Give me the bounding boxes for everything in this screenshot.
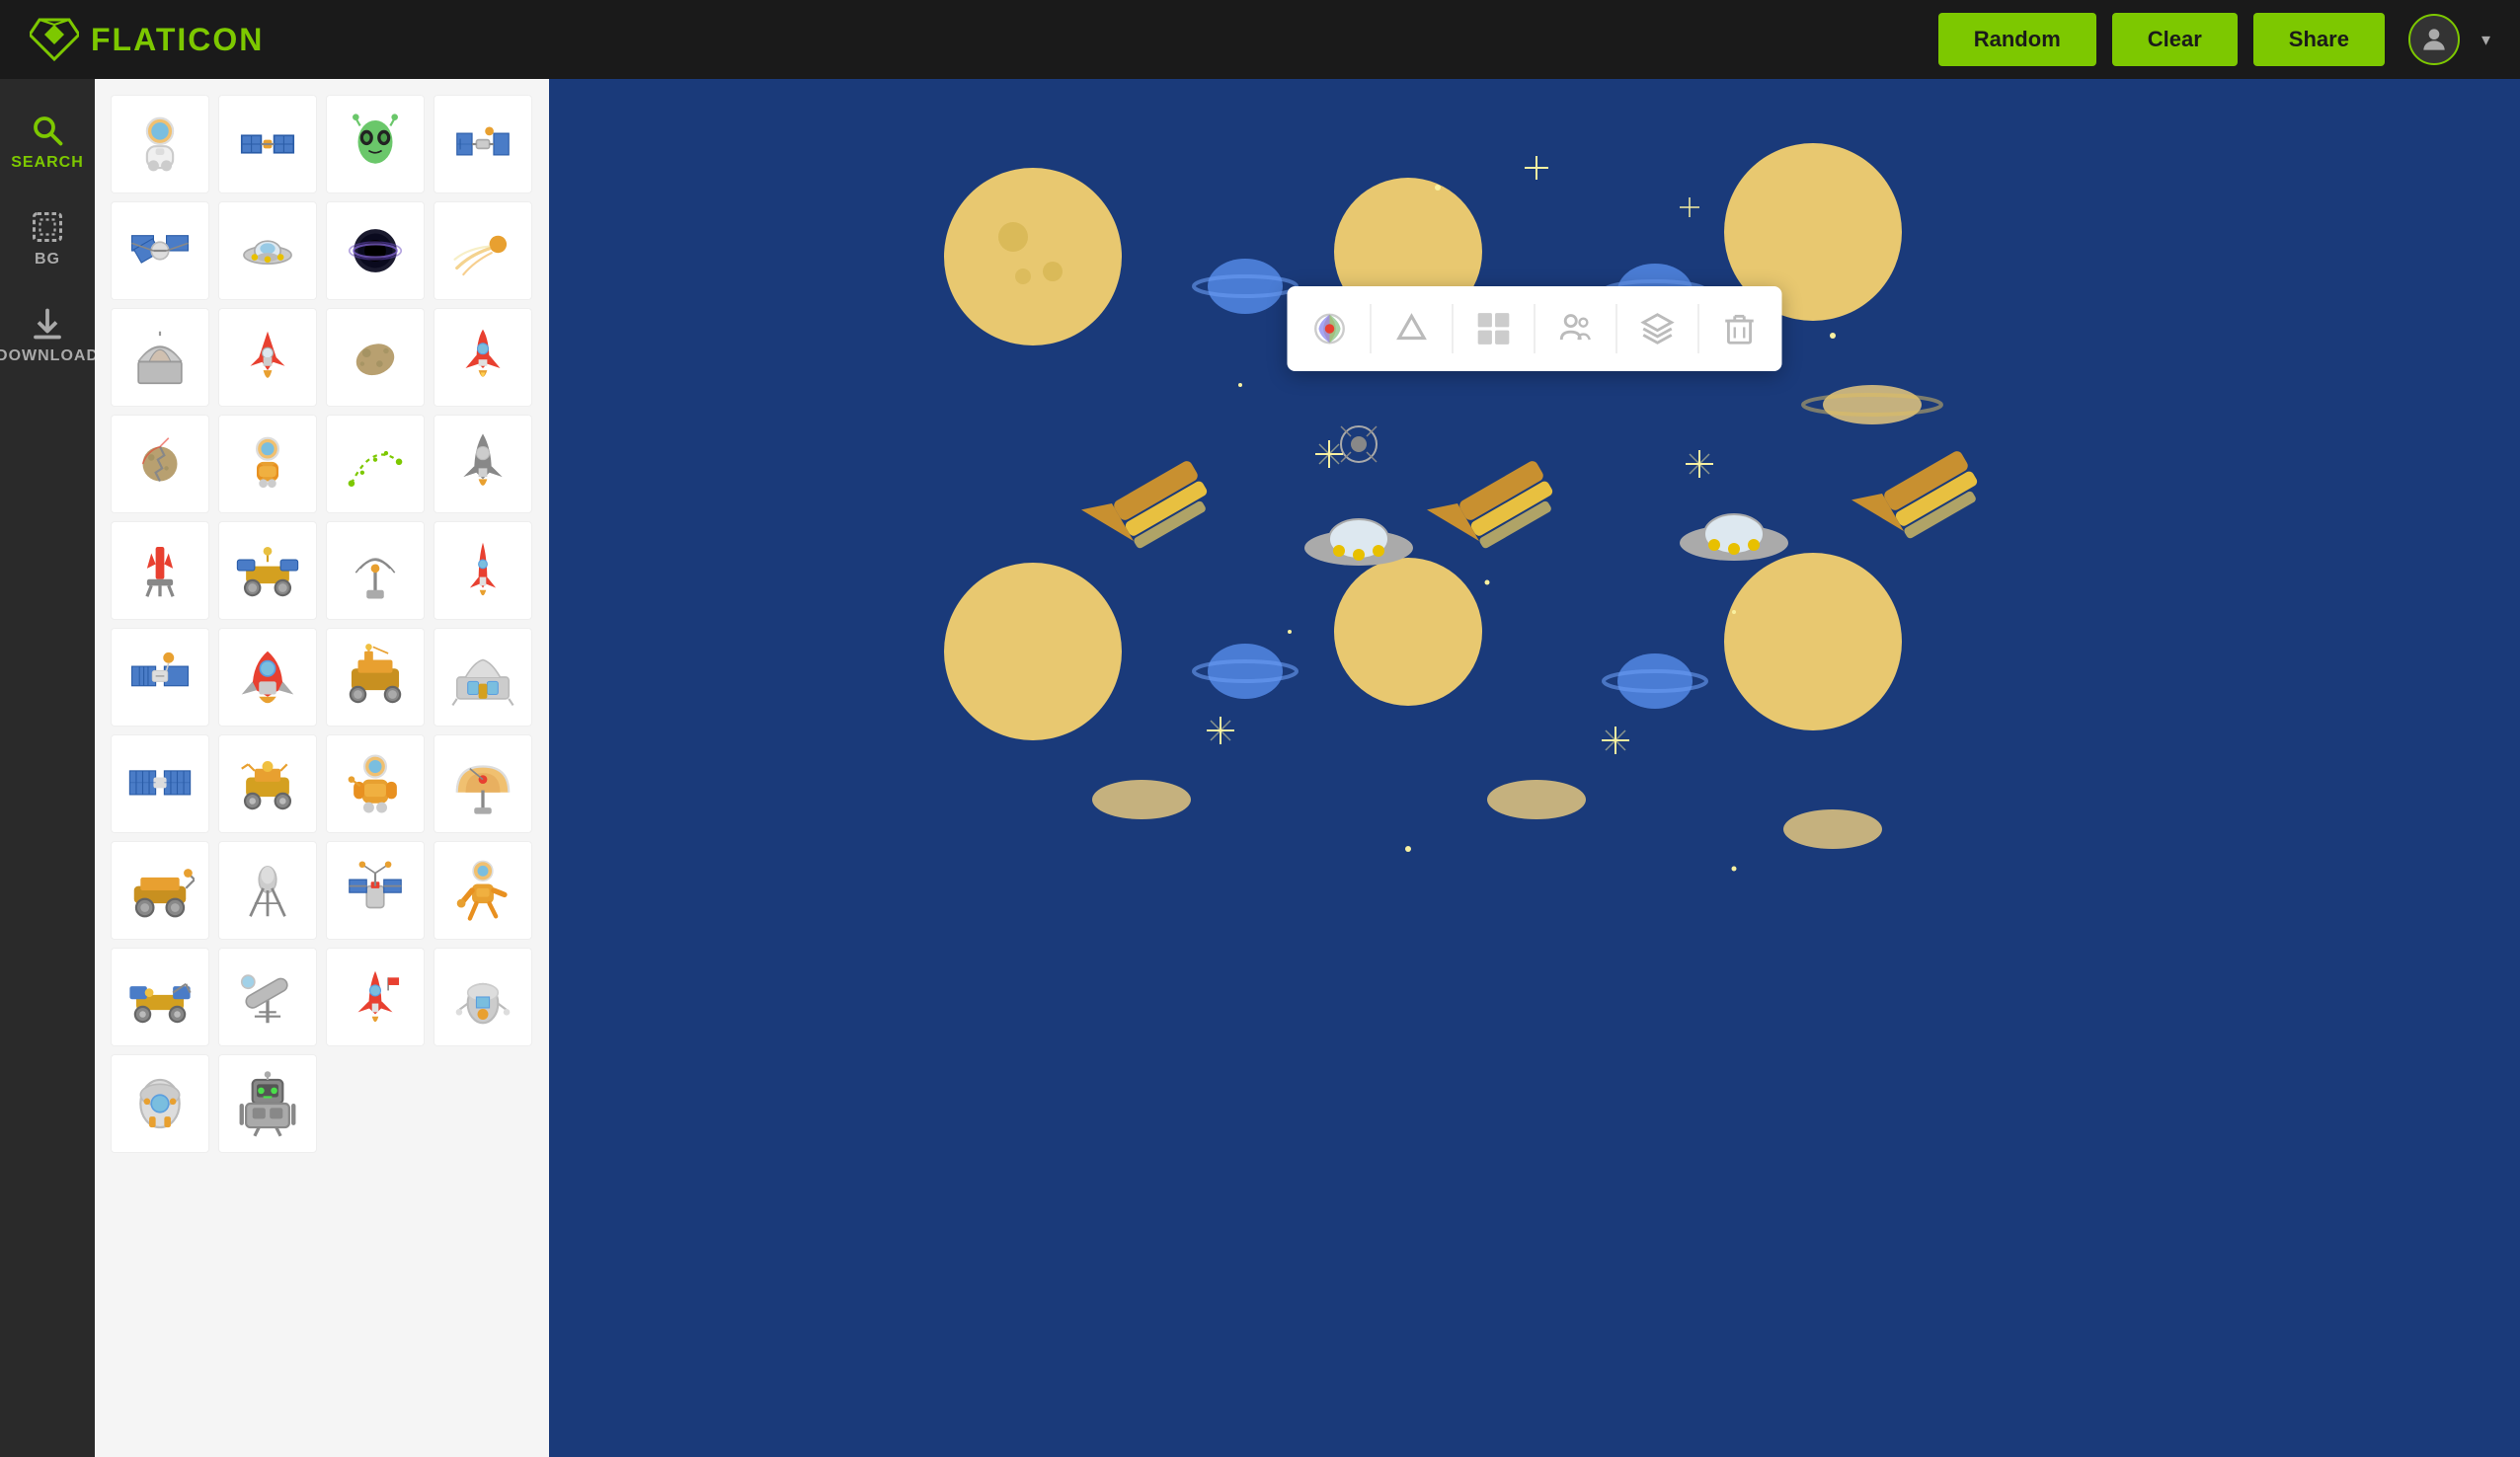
icon-astronaut[interactable] [111,95,209,193]
user-avatar[interactable] [2408,14,2460,65]
icon-satellite-small[interactable] [433,95,532,193]
toolbar-delete-button[interactable] [1707,296,1772,361]
icon-alien[interactable] [326,95,425,193]
icon-space-walker[interactable] [433,841,532,940]
logo-text: FLATICON [91,22,264,58]
app-header: FLATICON Random Clear Share ▾ [0,0,2520,79]
icon-lunar-rover[interactable] [111,948,209,1046]
icon-dish[interactable] [433,734,532,833]
icon-observatory[interactable] [111,308,209,407]
icon-rover4[interactable] [111,841,209,940]
sidebar-nav: SEARCH BG DOWNLOAD [0,79,95,1457]
icon-black-hole[interactable] [326,201,425,300]
icons-panel [95,79,549,1457]
toolbar-color-button[interactable] [1298,296,1363,361]
sidebar-item-bg-label: BG [35,251,60,268]
icon-satellite2[interactable] [111,628,209,727]
icon-ufo[interactable] [218,201,317,300]
user-dropdown-arrow[interactable]: ▾ [2481,30,2490,50]
icon-rover2[interactable] [326,628,425,727]
toolbar-divider-4 [1616,304,1617,353]
icon-robot[interactable] [218,1054,317,1153]
icon-broken-planet[interactable] [111,415,209,513]
sidebar-item-search[interactable]: SEARCH [8,99,87,186]
toolbar-people-button[interactable] [1543,296,1609,361]
icon-space-base[interactable] [433,628,532,727]
icon-space-probe[interactable] [326,841,425,940]
toolbar-divider-1 [1371,304,1372,353]
icon-rocket-launch[interactable] [218,308,317,407]
icon-shuttle[interactable] [218,628,317,727]
toolbar-divider-5 [1698,304,1699,353]
icon-tripod[interactable] [218,841,317,940]
icon-satellite3[interactable] [111,734,209,833]
toolbar-divider-2 [1453,304,1454,353]
logo[interactable]: FLATICON [30,15,264,64]
icon-capsule[interactable] [433,948,532,1046]
toolbar-pattern-button[interactable] [1461,296,1527,361]
random-button[interactable]: Random [1938,13,2096,66]
sidebar-item-download[interactable]: DOWNLOAD [8,292,87,379]
icon-launch-pad[interactable] [111,521,209,620]
sidebar-item-bg[interactable]: BG [8,195,87,282]
icon-comet[interactable] [433,201,532,300]
sidebar-item-download-label: DOWNLOAD [0,347,99,365]
icon-space-station[interactable] [111,201,209,300]
icon-asteroid[interactable] [326,308,425,407]
icon-rover[interactable] [218,521,317,620]
icon-rocket2[interactable] [433,308,532,407]
pattern-toolbar [1288,286,1782,371]
sidebar-item-search-label: SEARCH [11,154,84,172]
icon-rocket-with-flag[interactable] [326,948,425,1046]
pattern-canvas[interactable] [549,79,2520,1457]
icon-rocket3[interactable] [433,415,532,513]
icon-space-suit[interactable] [326,734,425,833]
icon-space-capsule2[interactable] [111,1054,209,1153]
icons-grid [111,95,533,1153]
toolbar-divider-3 [1535,304,1536,353]
icon-rover3[interactable] [218,734,317,833]
toolbar-shape-button[interactable] [1379,296,1445,361]
icon-solar-panel[interactable] [218,95,317,193]
icon-astronaut2[interactable] [218,415,317,513]
icon-telescope[interactable] [218,948,317,1046]
header-actions: Random Clear Share ▾ [1938,13,2490,66]
toolbar-layers-button[interactable] [1625,296,1691,361]
icon-antenna[interactable] [326,521,425,620]
icon-dotted-path[interactable] [326,415,425,513]
share-button[interactable]: Share [2253,13,2385,66]
clear-button[interactable]: Clear [2112,13,2238,66]
main-content: SEARCH BG DOWNLOAD [0,79,2520,1457]
icon-rocket4[interactable] [433,521,532,620]
